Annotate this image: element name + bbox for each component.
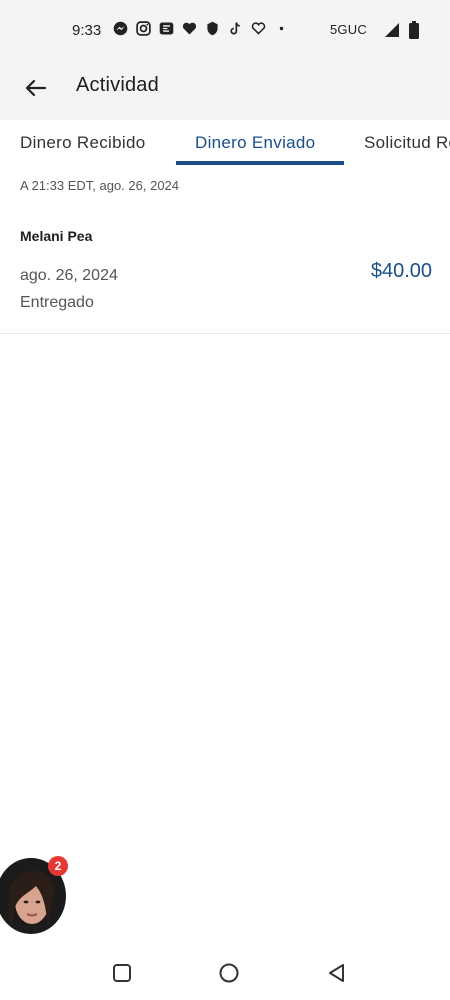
back-arrow-icon[interactable]	[22, 74, 50, 102]
status-bar: 9:33 5GUC	[0, 0, 450, 60]
shield-icon	[204, 20, 221, 37]
recipient-name: Melani Pea	[20, 228, 93, 244]
signal-icon	[385, 23, 399, 37]
notification-badge: 2	[48, 856, 68, 876]
messenger-icon	[112, 20, 129, 37]
notification-icons	[112, 20, 290, 37]
tiktok-icon	[227, 20, 244, 37]
recents-icon[interactable]	[111, 962, 133, 984]
dot-icon	[273, 20, 290, 37]
home-icon[interactable]	[218, 962, 240, 984]
battery-icon	[409, 21, 419, 39]
active-tab-indicator	[176, 161, 344, 165]
instagram-icon	[135, 20, 152, 37]
system-nav-bar	[0, 940, 450, 1000]
transaction-date: ago. 26, 2024	[20, 267, 118, 284]
status-time: 9:33	[72, 22, 102, 39]
page-title: Actividad	[76, 74, 159, 96]
app-icon	[158, 20, 175, 37]
tab-solicitud[interactable]: Solicitud Recibida	[364, 133, 450, 153]
app-bar: Actividad	[0, 60, 450, 120]
last-updated-timestamp: A 21:33 EDT, ago. 26, 2024	[20, 178, 180, 193]
tab-dinero-enviado[interactable]: Dinero Enviado	[195, 133, 315, 153]
network-type: 5GUC	[330, 22, 367, 37]
back-icon[interactable]	[326, 962, 348, 984]
tab-dinero-recibido[interactable]: Dinero Recibido	[20, 133, 145, 153]
transaction-amount: $40.00	[370, 260, 432, 282]
hearts-icon	[181, 20, 198, 37]
transaction-row[interactable]: Melani Pea ago. 26, 2024 Entregado $40.0…	[0, 212, 450, 334]
transaction-status: Entregado	[20, 294, 94, 311]
heart-icon	[250, 20, 267, 37]
chat-head-bubble[interactable]: 2	[0, 856, 68, 934]
